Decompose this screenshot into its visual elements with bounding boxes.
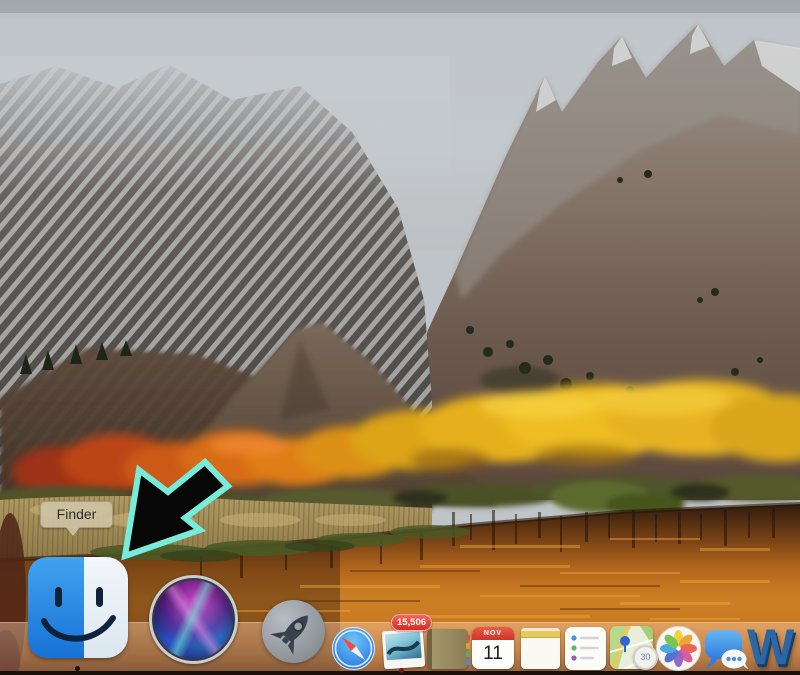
calendar-month: NOV	[472, 627, 514, 640]
dock-item-launchpad[interactable]	[261, 599, 326, 664]
mail-unread-badge: 15,506	[391, 614, 432, 631]
dock-item-word[interactable]: W	[747, 622, 800, 674]
finder-tooltip: Finder	[40, 501, 113, 528]
photos-flower-icon	[656, 626, 701, 671]
calendar-day: 11	[472, 640, 514, 669]
dock-item-siri[interactable]	[149, 575, 238, 664]
safari-compass-icon	[332, 627, 375, 670]
desktop: 15,506 NOV 11	[0, 0, 800, 675]
dock-item-calendar[interactable]: NOV 11	[472, 627, 514, 669]
dock-item-reminders[interactable]	[565, 627, 606, 670]
dock-item-mail[interactable]	[382, 629, 426, 670]
launchpad-rocket-icon	[261, 599, 326, 664]
dock-item-safari[interactable]	[332, 627, 375, 670]
mail-stamp-icon	[385, 632, 422, 660]
finder-running-indicator	[75, 666, 80, 671]
finder-icon	[28, 557, 128, 658]
dock-item-contacts[interactable]	[427, 629, 468, 669]
word-letter: W	[747, 619, 794, 675]
reminders-icon	[565, 627, 606, 670]
finder-tooltip-pointer	[66, 527, 80, 536]
dock-item-notes[interactable]	[521, 628, 560, 669]
maps-compass-badge: 30	[633, 645, 658, 670]
mail-running-indicator	[399, 668, 404, 673]
dock-item-messages[interactable]	[703, 628, 749, 669]
messages-bubble-icon	[703, 628, 749, 669]
dock-item-photos[interactable]	[656, 626, 701, 671]
dock-item-finder[interactable]	[28, 557, 128, 658]
